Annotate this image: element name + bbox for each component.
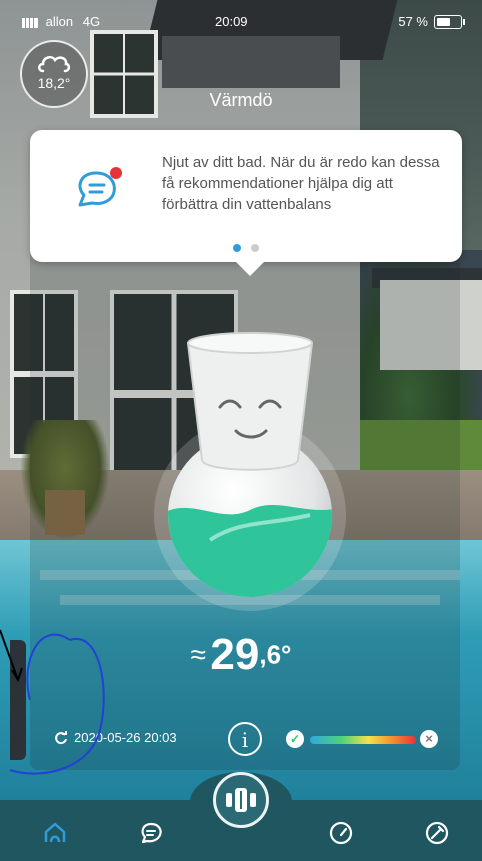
gauge-icon [329,821,353,845]
water-balance-scale[interactable]: ✓ × [286,730,444,750]
carrier-name: allon [45,14,74,29]
tools-icon [425,821,449,845]
tab-home[interactable] [40,818,70,848]
clock: 20:09 [215,14,248,29]
check-icon: ✓ [286,730,304,748]
tab-settings[interactable] [422,818,452,848]
water-temperature-whole: 29 [210,630,260,679]
balance-gradient-bar [310,736,416,744]
cloud-icon [38,55,71,73]
page-dot-1[interactable] [233,244,241,252]
pool-home-icon [44,822,66,843]
device-icon [226,788,256,812]
pool-sensor-mascot[interactable] [150,325,350,615]
close-icon: × [420,730,438,748]
page-dot-2[interactable] [251,244,259,252]
signal-icon [22,17,38,28]
battery-percent: 57 % [398,14,428,29]
carrier-info: allon 4G [22,14,100,29]
network-type: 4G [82,14,101,29]
recommendation-message: Njut av ditt bad. När du är redo kan des… [162,154,440,213]
location-name: Värmdö [209,90,273,110]
info-button[interactable]: i [228,722,262,756]
water-temperature-decimal: ,6° [259,639,292,670]
battery-status: 57 % [398,14,465,29]
tab-dashboard[interactable] [326,818,356,848]
wave-approx-icon: ≈ [190,639,206,670]
bottom-tab-bar [0,772,482,861]
air-temperature: 18,2° [37,75,71,91]
pagination-dots[interactable] [30,244,462,252]
recommendation-card[interactable]: Njut av ditt bad. När du är redo kan des… [30,130,462,276]
chat-notification-icon [78,167,122,207]
chat-icon [141,822,162,844]
tab-device[interactable] [213,772,269,828]
hand-drawn-annotation [0,629,105,775]
battery-icon [434,14,465,29]
status-bar: allon 4G 20:09 57 % [0,10,482,34]
location-header-box [162,36,340,88]
tab-messages[interactable] [136,818,166,848]
